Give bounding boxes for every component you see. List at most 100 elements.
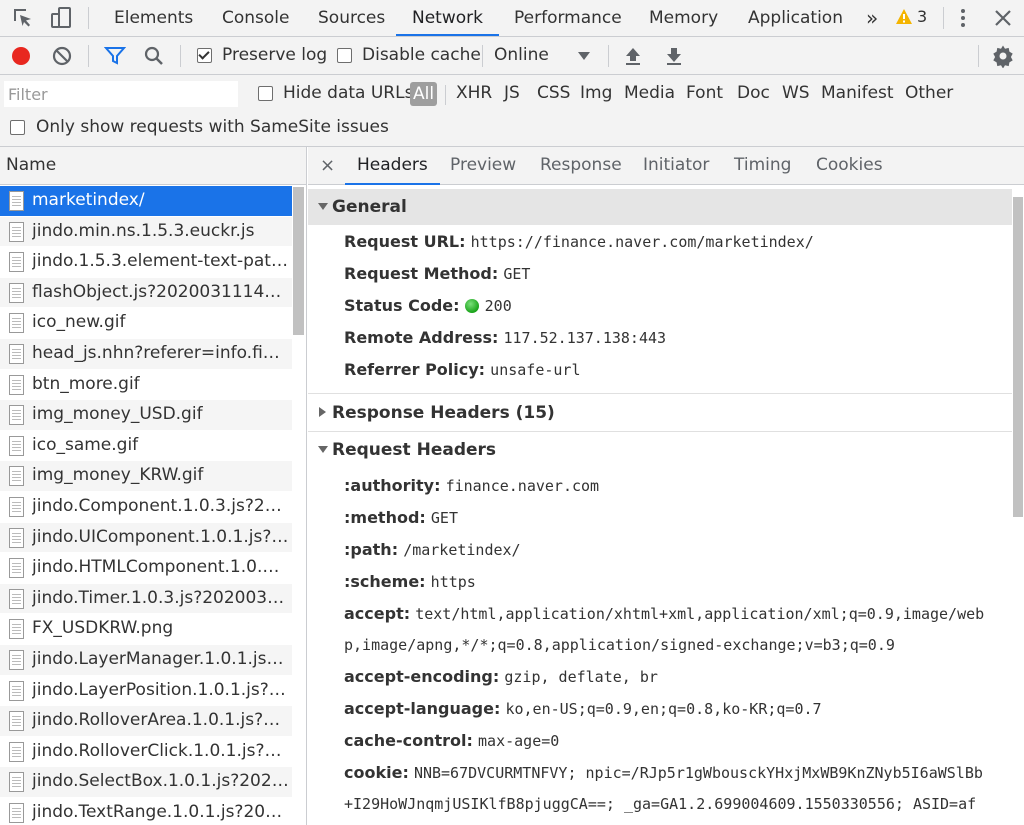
request-row[interactable]: marketindex/: [0, 186, 292, 217]
type-filter-other[interactable]: Other: [905, 83, 953, 103]
close-details-button[interactable]: ×: [320, 147, 335, 185]
tab-timing[interactable]: Timing: [734, 147, 791, 185]
type-filter-js[interactable]: JS: [504, 83, 520, 103]
request-name: ico_same.gif: [32, 434, 139, 455]
export-har-icon[interactable]: [664, 45, 684, 67]
request-row[interactable]: jindo.RolloverClick.1.0.1.js?2020…: [0, 737, 292, 768]
request-row[interactable]: ico_same.gif: [0, 431, 292, 462]
header-value: GET: [503, 265, 531, 283]
hide-data-urls-checkbox[interactable]: [258, 86, 273, 101]
request-details: × Headers Preview Response Initiator Tim…: [308, 147, 1024, 825]
tab-cookies[interactable]: Cookies: [816, 147, 883, 185]
network-toolbar: Preserve log Disable cache Online: [0, 37, 1024, 75]
general-section-header[interactable]: General: [308, 189, 1014, 225]
request-row[interactable]: jindo.Component.1.0.3.js?20200…: [0, 492, 292, 523]
header-value: 117.52.137.138:443: [503, 329, 667, 347]
request-row[interactable]: jindo.TextRange.1.0.1.js?202003…: [0, 798, 292, 825]
search-icon[interactable]: [143, 45, 165, 67]
header-key: Request Method:: [344, 264, 499, 283]
type-filter-media[interactable]: Media: [624, 83, 675, 103]
details-scroll-thumb[interactable]: [1013, 197, 1023, 517]
separator: [180, 45, 181, 67]
request-list-scroll-thumb[interactable]: [293, 187, 304, 335]
tab-performance[interactable]: Performance: [514, 0, 622, 36]
type-filter-ws[interactable]: WS: [782, 83, 810, 103]
tab-network[interactable]: Network: [396, 0, 499, 36]
separator: [482, 45, 483, 67]
request-row[interactable]: FX_USDKRW.png: [0, 614, 292, 645]
status-ok-icon: [464, 299, 479, 313]
tab-memory[interactable]: Memory: [649, 0, 718, 36]
request-row[interactable]: flashObject.js?20200311144442: [0, 277, 292, 309]
request-row[interactable]: img_money_USD.gif: [0, 400, 292, 431]
request-row[interactable]: jindo.UIComponent.1.0.1.js?202…: [0, 522, 292, 554]
name-column-header[interactable]: Name: [0, 147, 306, 185]
header-path: :path: /marketindex/: [344, 540, 1014, 559]
separator: [978, 45, 979, 67]
header-key: Referrer Policy:: [344, 360, 486, 379]
request-name: ico_new.gif: [32, 312, 126, 333]
header-status-code: Status Code: 200: [344, 296, 1014, 315]
kebab-menu-icon[interactable]: [951, 6, 975, 30]
request-row[interactable]: jindo.SelectBox.1.0.1.js?202003…: [0, 767, 292, 798]
request-row[interactable]: head_js.nhn?referer=info.financ…: [0, 339, 292, 370]
tab-application[interactable]: Application: [748, 0, 843, 36]
tab-sources[interactable]: Sources: [318, 0, 385, 36]
request-name: jindo.RolloverClick.1.0.1.js?2020…: [32, 740, 290, 761]
header-key: :method:: [344, 508, 426, 527]
separator: [88, 45, 89, 67]
device-toolbar-icon[interactable]: [49, 6, 73, 30]
header-key: accept-encoding:: [344, 667, 500, 686]
request-name: jindo.RolloverArea.1.0.1.js?2020…: [32, 710, 290, 731]
request-row[interactable]: btn_more.gif: [0, 370, 292, 401]
type-filter-css[interactable]: CSS: [537, 83, 570, 103]
type-filter-manifest[interactable]: Manifest: [821, 83, 894, 103]
throttling-select[interactable]: Online: [494, 39, 598, 73]
filter-icon[interactable]: [104, 45, 126, 67]
request-headers-section-header[interactable]: Request Headers: [308, 432, 1014, 468]
tab-headers[interactable]: Headers: [345, 147, 440, 185]
request-row[interactable]: jindo.Timer.1.0.3.js?2020031114…: [0, 583, 292, 615]
tab-preview[interactable]: Preview: [450, 147, 516, 185]
request-row[interactable]: ico_new.gif: [0, 308, 292, 339]
gear-icon[interactable]: [991, 44, 1015, 68]
file-icon: [9, 650, 24, 670]
import-har-icon[interactable]: [623, 45, 643, 67]
header-value: finance.naver.com: [445, 477, 600, 495]
tab-console[interactable]: Console: [222, 0, 290, 36]
request-row[interactable]: img_money_KRW.gif: [0, 461, 292, 492]
more-tabs-button[interactable]: »: [866, 0, 878, 36]
file-icon: [9, 191, 24, 211]
request-name: jindo.LayerManager.1.0.1.js?202…: [32, 649, 290, 669]
preserve-log-checkbox[interactable]: [197, 48, 212, 63]
type-filter-doc[interactable]: Doc: [737, 83, 770, 103]
response-headers-section-header[interactable]: Response Headers (15): [308, 395, 1014, 431]
request-row[interactable]: jindo.1.5.3.element-text-patch.js: [0, 247, 292, 278]
filter-input[interactable]: [4, 81, 238, 107]
clear-icon[interactable]: [51, 45, 73, 67]
expand-triangle-icon: [318, 203, 328, 210]
request-row[interactable]: jindo.HTMLComponent.1.0.1.js?…: [0, 553, 292, 584]
request-row[interactable]: jindo.RolloverArea.1.0.1.js?2020…: [0, 706, 292, 737]
header-request-url: Request URL: https://finance.naver.com/m…: [344, 232, 1014, 251]
tab-elements[interactable]: Elements: [114, 0, 193, 36]
type-filter-xhr[interactable]: XHR: [456, 83, 492, 103]
request-row[interactable]: jindo.LayerPosition.1.0.1.js?202…: [0, 676, 292, 707]
tab-initiator[interactable]: Initiator: [643, 147, 709, 185]
file-icon: [9, 588, 24, 609]
request-row[interactable]: jindo.LayerManager.1.0.1.js?202…: [0, 645, 292, 676]
file-icon: [9, 741, 24, 762]
request-row[interactable]: jindo.min.ns.1.5.3.euckr.js: [0, 216, 292, 248]
type-filter-img[interactable]: Img: [580, 83, 612, 103]
disable-cache-checkbox[interactable]: [337, 48, 352, 63]
header-key: Request URL:: [344, 232, 466, 251]
type-filter-all[interactable]: All: [410, 82, 438, 106]
header-cookie-continued: +I29HoWJnqmjUSIKlfB8pjuggCA==; _ga=GA1.2…: [344, 795, 977, 813]
record-icon[interactable]: [10, 45, 32, 67]
warnings-counter[interactable]: 3: [895, 7, 935, 29]
inspect-element-icon[interactable]: [11, 6, 35, 30]
type-filter-font[interactable]: Font: [686, 83, 723, 103]
tab-response[interactable]: Response: [540, 147, 622, 185]
close-devtools-icon[interactable]: [991, 6, 1015, 30]
samesite-checkbox[interactable]: [10, 120, 25, 135]
